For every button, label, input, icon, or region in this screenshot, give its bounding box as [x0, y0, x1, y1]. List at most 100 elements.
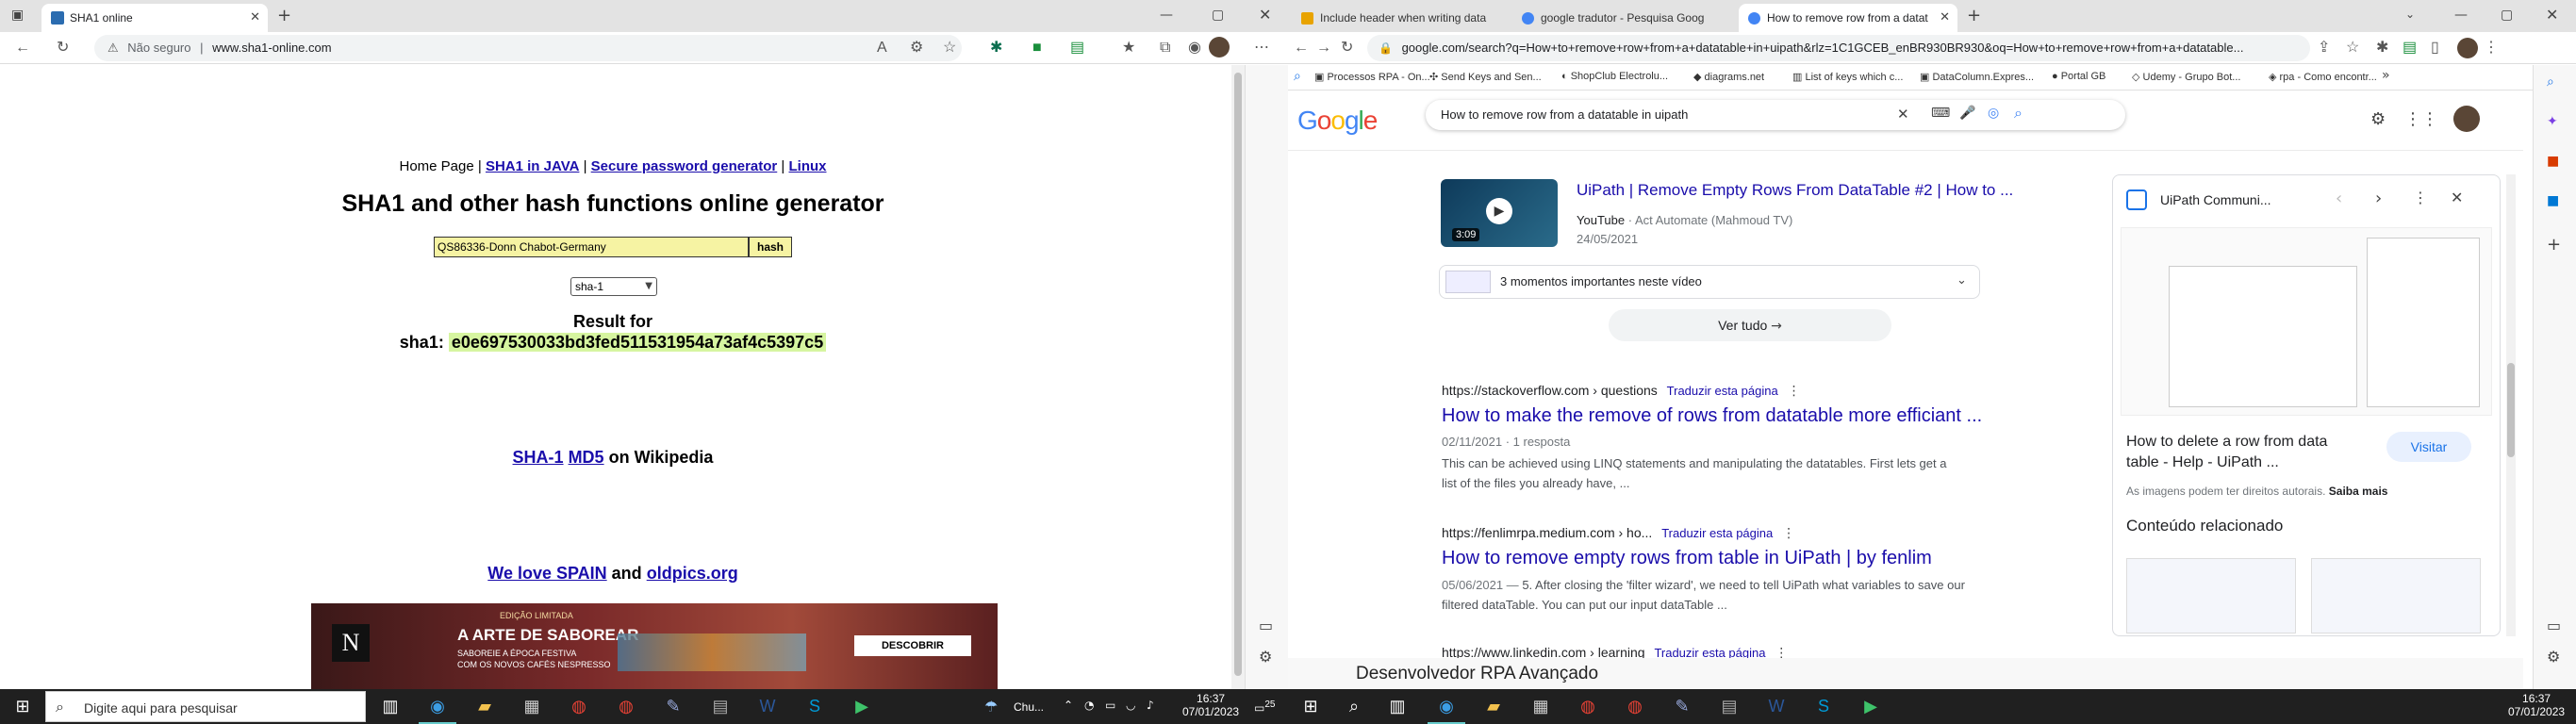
avatar[interactable] — [1209, 37, 1230, 58]
chrome-taskbar-icon[interactable]: ◍ — [560, 689, 598, 724]
favorite-add-icon[interactable]: ☆ — [943, 38, 964, 58]
task-view-icon[interactable]: ▥ — [1379, 689, 1416, 724]
extension-puzzle-icon[interactable]: ✱ — [990, 38, 1011, 58]
task-view-icon[interactable]: ▥ — [372, 689, 409, 724]
linux-link[interactable]: Linux — [789, 158, 827, 174]
learn-more-link[interactable]: Saiba mais — [2329, 485, 2388, 498]
extension-sheet-icon[interactable]: ▤ — [1070, 38, 1091, 58]
search-input[interactable]: How to remove row from a datatable in ui… — [1441, 107, 1688, 122]
result-title-link[interactable]: How to remove empty rows from table in U… — [1442, 548, 1932, 569]
close-window-icon[interactable]: ✕ — [1259, 6, 1271, 24]
sha1-java-link[interactable]: SHA1 in JAVA — [486, 158, 579, 174]
extensions-icon[interactable]: ✱ — [2376, 38, 2397, 58]
outlook-icon[interactable]: ■ — [2547, 193, 2559, 208]
clock-left[interactable]: 16:37 07/01/2023 — [1182, 692, 1239, 718]
prev-icon[interactable]: ‹ — [2336, 189, 2342, 208]
side-panel-icon[interactable]: ▭ — [2547, 617, 2561, 634]
uipath-assistant-taskbar-icon[interactable]: ▶ — [843, 689, 881, 724]
bookmark-item[interactable]: ◇ Udemy - Grupo Bot... — [2132, 71, 2240, 83]
start-windows-icon[interactable]: ⊞ — [4, 689, 41, 724]
tab-search-icon[interactable]: ⌄ — [2405, 8, 2415, 21]
app-taskbar-icon[interactable]: ▤ — [702, 689, 739, 724]
volume-icon[interactable]: ♪ — [1147, 699, 1154, 712]
reload-icon[interactable]: ↻ — [57, 38, 77, 58]
extension-green-icon[interactable]: ▤ — [2403, 38, 2423, 58]
apps-grid-icon[interactable]: ⋮⋮ — [2404, 109, 2438, 129]
result-title-link[interactable]: How to make the remove of rows from data… — [1442, 405, 1982, 427]
preview-image[interactable] — [2121, 227, 2492, 416]
more-menu-icon[interactable]: ⋯ — [1254, 38, 1275, 58]
chrome-profile-taskbar-icon[interactable]: ◍ — [1616, 689, 1654, 724]
word-taskbar-icon[interactable]: W — [1758, 689, 1795, 724]
tab-sha1-online[interactable]: SHA1 online ✕ — [41, 4, 268, 32]
side-settings-icon[interactable]: ⚙ — [2547, 648, 2560, 666]
nespresso-ad[interactable]: N EDIÇÃO LIMITADA A ARTE DE SABOREAR SAB… — [311, 603, 998, 689]
search-box[interactable]: How to remove row from a datatable in ui… — [1426, 100, 2125, 130]
uipath-studio-taskbar-icon[interactable]: S — [1805, 689, 1842, 724]
scrollbar-thumb[interactable] — [2507, 363, 2515, 457]
hash-input[interactable]: QS86336-Donn Chabot-Germany — [434, 237, 749, 257]
tab-close-icon[interactable]: ✕ — [1940, 4, 1950, 32]
search-submit-icon[interactable]: ⌕ — [2014, 104, 2023, 123]
bookmark-item[interactable]: ▥ List of keys which c... — [1792, 71, 1903, 83]
store-taskbar-icon[interactable]: ▦ — [1522, 689, 1560, 724]
favorites-icon[interactable]: ★ — [1122, 38, 1143, 58]
bookmarks-overflow-icon[interactable]: » — [2382, 68, 2390, 83]
wifi-icon[interactable]: ◡ — [1126, 699, 1135, 712]
oldpics-link[interactable]: oldpics.org — [647, 564, 738, 583]
bookmark-item[interactable]: ▣ Processos RPA - On... — [1314, 71, 1430, 83]
reload-icon[interactable]: ↻ — [1341, 38, 1362, 58]
minimize-icon[interactable]: — — [1160, 8, 1173, 23]
key-moments-expander[interactable]: 3 momentos importantes neste vídeo ⌄ — [1439, 265, 1980, 299]
play-icon[interactable]: ▶ — [1486, 198, 1512, 224]
notification-icon[interactable]: ▭25 — [1254, 699, 1275, 715]
read-aloud-icon[interactable]: A — [877, 38, 898, 58]
bookmark-item[interactable]: ◈ rpa - Como encontr... — [2269, 71, 2377, 83]
translate-link[interactable]: Traduzir esta página — [1667, 384, 1778, 398]
extension-green-icon[interactable]: ■ — [1032, 38, 1053, 58]
panel-scrollbar[interactable] — [2506, 174, 2516, 636]
video-thumbnail[interactable]: ▶ 3:09 — [1441, 179, 1558, 247]
gear-icon[interactable]: ⚙ — [2370, 109, 2386, 129]
maximize-icon[interactable]: ▢ — [2501, 8, 2513, 23]
visit-button[interactable]: Visitar — [2386, 432, 2471, 462]
chrome-taskbar-icon[interactable]: ◍ — [1569, 689, 1607, 724]
profile-icon-small[interactable]: ◉ — [1188, 38, 1209, 58]
back-icon[interactable]: ← — [15, 38, 36, 58]
account-avatar[interactable] — [2453, 106, 2480, 132]
chrome-profile-taskbar-icon[interactable]: ◍ — [607, 689, 645, 724]
add-icon[interactable]: + — [2547, 235, 2561, 255]
clock-right[interactable]: 16:37 07/01/2023 — [2508, 692, 2565, 718]
bookmark-star-icon[interactable]: ☆ — [2346, 38, 2367, 58]
share-icon[interactable]: ⇪ — [2318, 38, 2338, 58]
side-panel-icon[interactable]: ▭ — [1259, 617, 1273, 634]
weather-text[interactable]: Chu... — [1014, 700, 1044, 714]
spain-link[interactable]: We love SPAIN — [487, 564, 606, 583]
clear-icon[interactable]: ✕ — [1897, 106, 1909, 123]
forward-icon[interactable]: → — [1316, 38, 1337, 58]
side-settings-icon[interactable]: ⚙ — [1259, 648, 1272, 666]
tab-how-to-remove[interactable]: How to remove row from a datat ✕ — [1739, 4, 1957, 32]
keyboard-icon[interactable]: ⌨ — [1931, 106, 1950, 121]
related-thumbnail[interactable] — [2311, 558, 2481, 634]
md5-wiki-link[interactable]: MD5 — [569, 448, 604, 467]
minimize-icon[interactable]: — — [2454, 8, 2468, 23]
mic-icon[interactable]: 🎤 — [1959, 106, 1975, 121]
more-menu-icon[interactable]: ⋮ — [2484, 38, 2504, 58]
uipath-assistant-taskbar-icon[interactable]: ▶ — [1852, 689, 1890, 724]
address-bar[interactable]: ⚠ Não seguro | www.sha1-online.com — [94, 35, 962, 61]
bookmark-item[interactable]: ◐ ShopClub Electrolu... — [1561, 71, 1668, 82]
scrollbar-thumb[interactable] — [1234, 73, 1242, 676]
office-icon[interactable]: ■ — [2547, 154, 2559, 169]
search-icon[interactable]: ⌕ — [1335, 689, 1373, 724]
chevron-down-icon[interactable]: ⌄ — [1957, 273, 1967, 288]
tray-up-icon[interactable]: ⌃ — [1064, 699, 1073, 712]
tab-actions-icon[interactable]: ▣ — [11, 8, 24, 23]
bookmark-item[interactable]: ✣ Send Keys and Sen... — [1429, 71, 1542, 83]
tab-google-tradutor[interactable]: google tradutor - Pesquisa Goog — [1512, 4, 1735, 32]
word-taskbar-icon[interactable]: W — [749, 689, 786, 724]
sha1-wiki-link[interactable]: SHA-1 — [513, 448, 564, 467]
back-icon[interactable]: ← — [1294, 38, 1314, 58]
next-icon[interactable]: › — [2375, 189, 2382, 208]
video-title-link[interactable]: UiPath | Remove Empty Rows From DataTabl… — [1577, 181, 2013, 200]
